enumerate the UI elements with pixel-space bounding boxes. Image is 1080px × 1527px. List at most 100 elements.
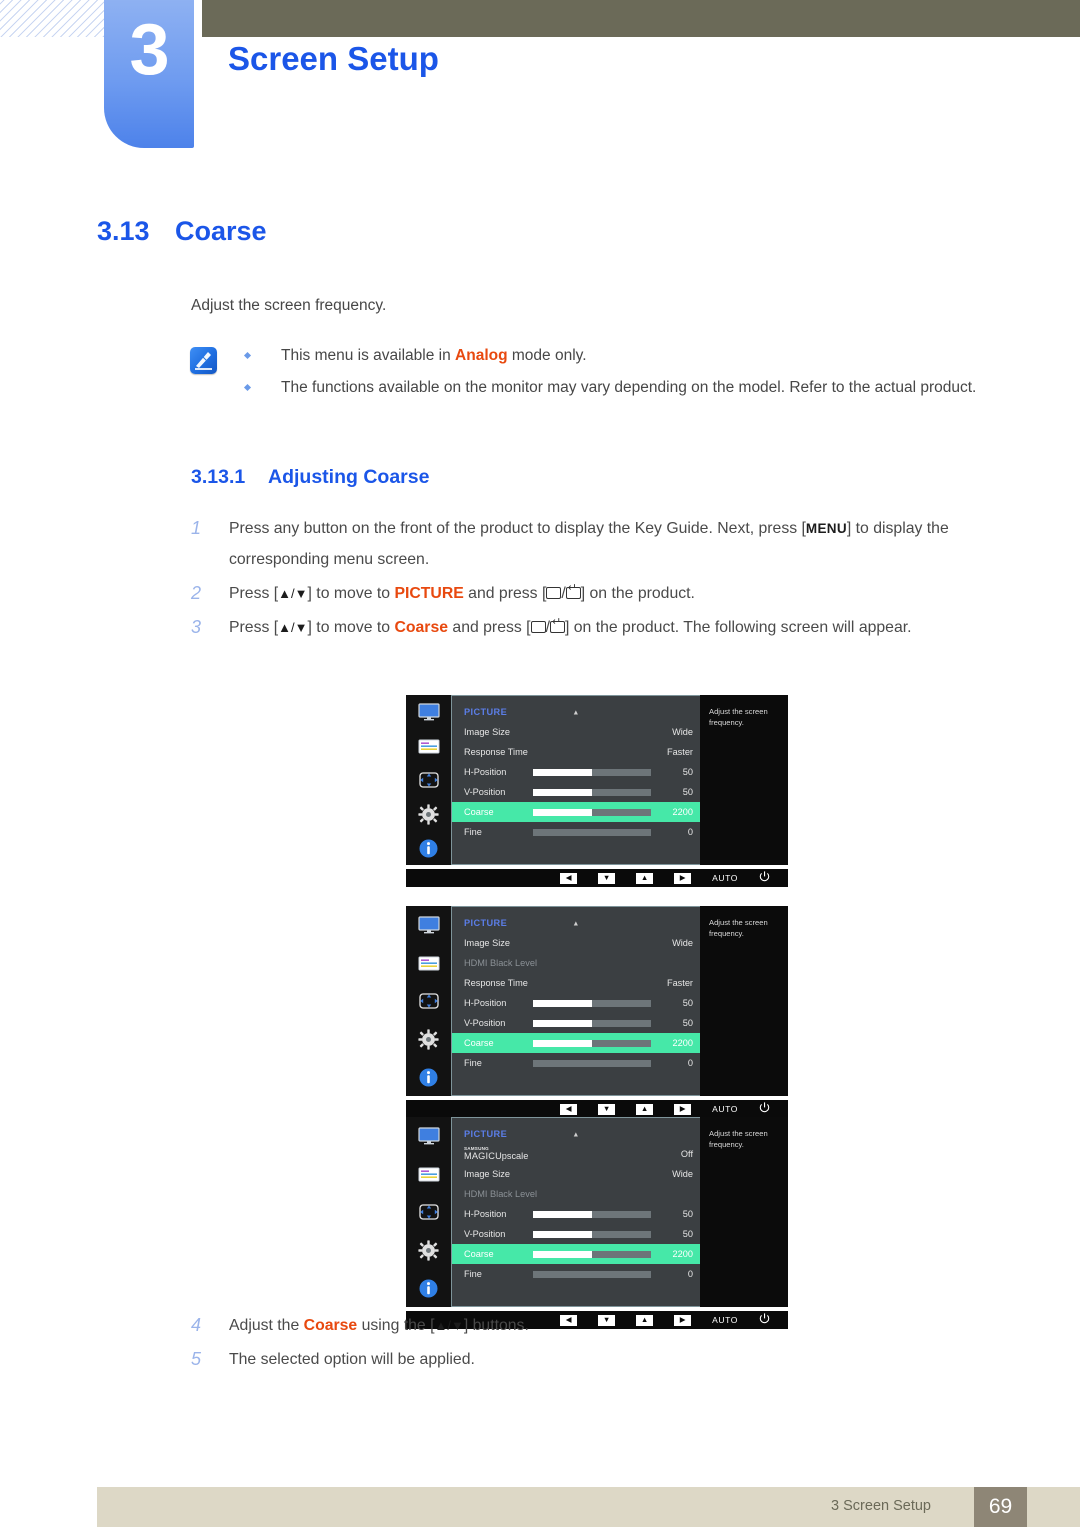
osd-row-value: Wide bbox=[672, 938, 693, 948]
osd-slider[interactable] bbox=[533, 808, 651, 816]
info-icon[interactable] bbox=[406, 831, 451, 865]
osd-menu-row[interactable]: Image Size Wide bbox=[452, 722, 700, 742]
down-button[interactable]: ▼ bbox=[598, 872, 616, 884]
power-icon[interactable] bbox=[759, 1102, 770, 1116]
osd-slider[interactable] bbox=[533, 788, 651, 796]
info-icon[interactable] bbox=[406, 1269, 451, 1307]
auto-button[interactable]: AUTO bbox=[712, 1104, 738, 1114]
osd-slider[interactable] bbox=[533, 1059, 651, 1067]
osd-sidebar bbox=[406, 695, 451, 865]
down-button[interactable]: ▼ bbox=[598, 1103, 616, 1115]
gear-icon[interactable] bbox=[406, 1020, 451, 1058]
osd-menu-row[interactable]: V-Position 50 bbox=[452, 1224, 700, 1244]
osd-help-panel: Adjust the screen frequency. bbox=[700, 1117, 788, 1307]
osd-slider[interactable] bbox=[533, 1210, 651, 1218]
step-index: 1 bbox=[191, 518, 202, 538]
step-text: Press any button on the front of the pro… bbox=[229, 520, 806, 537]
osd-row-value: 50 bbox=[682, 787, 693, 797]
osd-slider[interactable] bbox=[533, 1270, 651, 1278]
osd-menu-row[interactable]: Image Size Wide bbox=[452, 933, 700, 953]
osd-menu-row[interactable]: H-Position 50 bbox=[452, 762, 700, 782]
osd-menu-row[interactable]: Coarse 2200 bbox=[452, 1033, 700, 1053]
osd-row-label: V-Position bbox=[464, 1229, 506, 1239]
key-label: MENU bbox=[805, 521, 847, 536]
osd-screen: PICTURE ▲ Image Size Wide Response Time Faste… bbox=[406, 695, 788, 887]
osd-menu-panel: PICTURE ▲ Image Size Wide Response Time Faste… bbox=[451, 695, 700, 865]
osd-row-value: 2200 bbox=[672, 807, 693, 817]
step-item: 5 The selected option will be applied. bbox=[191, 1344, 1021, 1375]
osd-slider[interactable] bbox=[533, 1230, 651, 1238]
dpad-icon[interactable] bbox=[406, 982, 451, 1020]
note-text-post: mode only. bbox=[507, 347, 587, 364]
monitor-icon[interactable] bbox=[406, 1117, 451, 1155]
note-item: This menu is available in Analog mode on… bbox=[243, 343, 1033, 369]
list-icon[interactable] bbox=[406, 944, 451, 982]
osd-menu-row[interactable]: Response Time Faster bbox=[452, 973, 700, 993]
list-icon[interactable] bbox=[406, 729, 451, 763]
osd-menu-row[interactable]: Coarse 2200 bbox=[452, 1244, 700, 1264]
step-index: 5 bbox=[191, 1349, 202, 1369]
osd-slider-fill bbox=[533, 768, 592, 776]
page-footer: 3 Screen Setup 69 bbox=[97, 1487, 1080, 1527]
auto-button[interactable]: AUTO bbox=[712, 873, 738, 883]
scroll-up-arrow-icon[interactable]: ▲ bbox=[572, 921, 579, 928]
osd-menu-row[interactable]: H-Position 50 bbox=[452, 993, 700, 1013]
gear-icon[interactable] bbox=[406, 1231, 451, 1269]
info-icon[interactable] bbox=[406, 1058, 451, 1096]
osd-slider[interactable] bbox=[533, 828, 651, 836]
list-icon[interactable] bbox=[406, 1155, 451, 1193]
osd-menu-row[interactable]: Response Time Faster bbox=[452, 742, 700, 762]
monitor-icon[interactable] bbox=[406, 695, 451, 729]
right-button[interactable]: ▶ bbox=[674, 1103, 692, 1115]
osd-menu-row[interactable]: Fine 0 bbox=[452, 822, 700, 842]
osd-menu-row[interactable]: V-Position 50 bbox=[452, 782, 700, 802]
osd-row-value: 0 bbox=[687, 1058, 693, 1068]
step-index: 4 bbox=[191, 1315, 202, 1335]
dpad-icon[interactable] bbox=[406, 763, 451, 797]
osd-menu-row[interactable]: HDMI Black Level bbox=[452, 953, 700, 973]
osd-menu-row[interactable]: Coarse 2200 bbox=[452, 802, 700, 822]
left-button[interactable]: ◀ bbox=[560, 872, 578, 884]
chapter-tab: 3 bbox=[104, 0, 194, 148]
osd-menu-row[interactable]: SAMSUNG MAGIC Upscale Off bbox=[452, 1144, 700, 1164]
monitor-icon[interactable] bbox=[406, 906, 451, 944]
subsection-number: 3.13.1 bbox=[191, 466, 246, 488]
section-title: Coarse bbox=[175, 216, 267, 246]
up-button[interactable]: ▲ bbox=[636, 872, 654, 884]
osd-row-value: Wide bbox=[672, 727, 693, 737]
osd-slider[interactable] bbox=[533, 1039, 651, 1047]
step-item: 1 Press any button on the front of the pr… bbox=[191, 513, 1021, 575]
step-text: ] to move to bbox=[307, 619, 395, 636]
osd-slider[interactable] bbox=[533, 999, 651, 1007]
updown-arrow-icon: ▲/▼ bbox=[278, 620, 308, 635]
osd-slider[interactable] bbox=[533, 1019, 651, 1027]
source-button-icon bbox=[530, 621, 546, 633]
power-icon[interactable] bbox=[759, 871, 770, 885]
osd-row-label: Fine bbox=[464, 1269, 482, 1279]
chapter-number: 3 bbox=[129, 10, 169, 90]
osd-slider[interactable] bbox=[533, 1250, 651, 1258]
osd-menu-row[interactable]: V-Position 50 bbox=[452, 1013, 700, 1033]
right-button[interactable]: ▶ bbox=[674, 872, 692, 884]
osd-row-label: Image Size bbox=[464, 1169, 510, 1179]
osd-slider[interactable] bbox=[533, 768, 651, 776]
source-enter-button-icons: / bbox=[530, 617, 565, 636]
step-text: using the [ bbox=[357, 1317, 435, 1334]
osd-menu-row[interactable]: HDMI Black Level bbox=[452, 1184, 700, 1204]
dpad-icon[interactable] bbox=[406, 1193, 451, 1231]
header-hatch-pattern bbox=[0, 0, 112, 37]
scroll-up-arrow-icon[interactable]: ▲ bbox=[572, 1132, 579, 1139]
note-item: The functions available on the monitor m… bbox=[243, 375, 1033, 401]
bullet-icon bbox=[243, 383, 252, 392]
osd-menu-row[interactable]: H-Position 50 bbox=[452, 1204, 700, 1224]
up-button[interactable]: ▲ bbox=[636, 1103, 654, 1115]
osd-screen: PICTURE ▲ SAMSUNG MAGIC Upscale Off Image Size… bbox=[406, 1117, 788, 1329]
osd-row-value: 2200 bbox=[672, 1249, 693, 1259]
scroll-up-arrow-icon[interactable]: ▲ bbox=[572, 710, 579, 717]
gear-icon[interactable] bbox=[406, 797, 451, 831]
step-index: 3 bbox=[191, 617, 202, 637]
osd-menu-row[interactable]: Image Size Wide bbox=[452, 1164, 700, 1184]
osd-menu-row[interactable]: Fine 0 bbox=[452, 1264, 700, 1284]
left-button[interactable]: ◀ bbox=[560, 1103, 578, 1115]
osd-menu-row[interactable]: Fine 0 bbox=[452, 1053, 700, 1073]
